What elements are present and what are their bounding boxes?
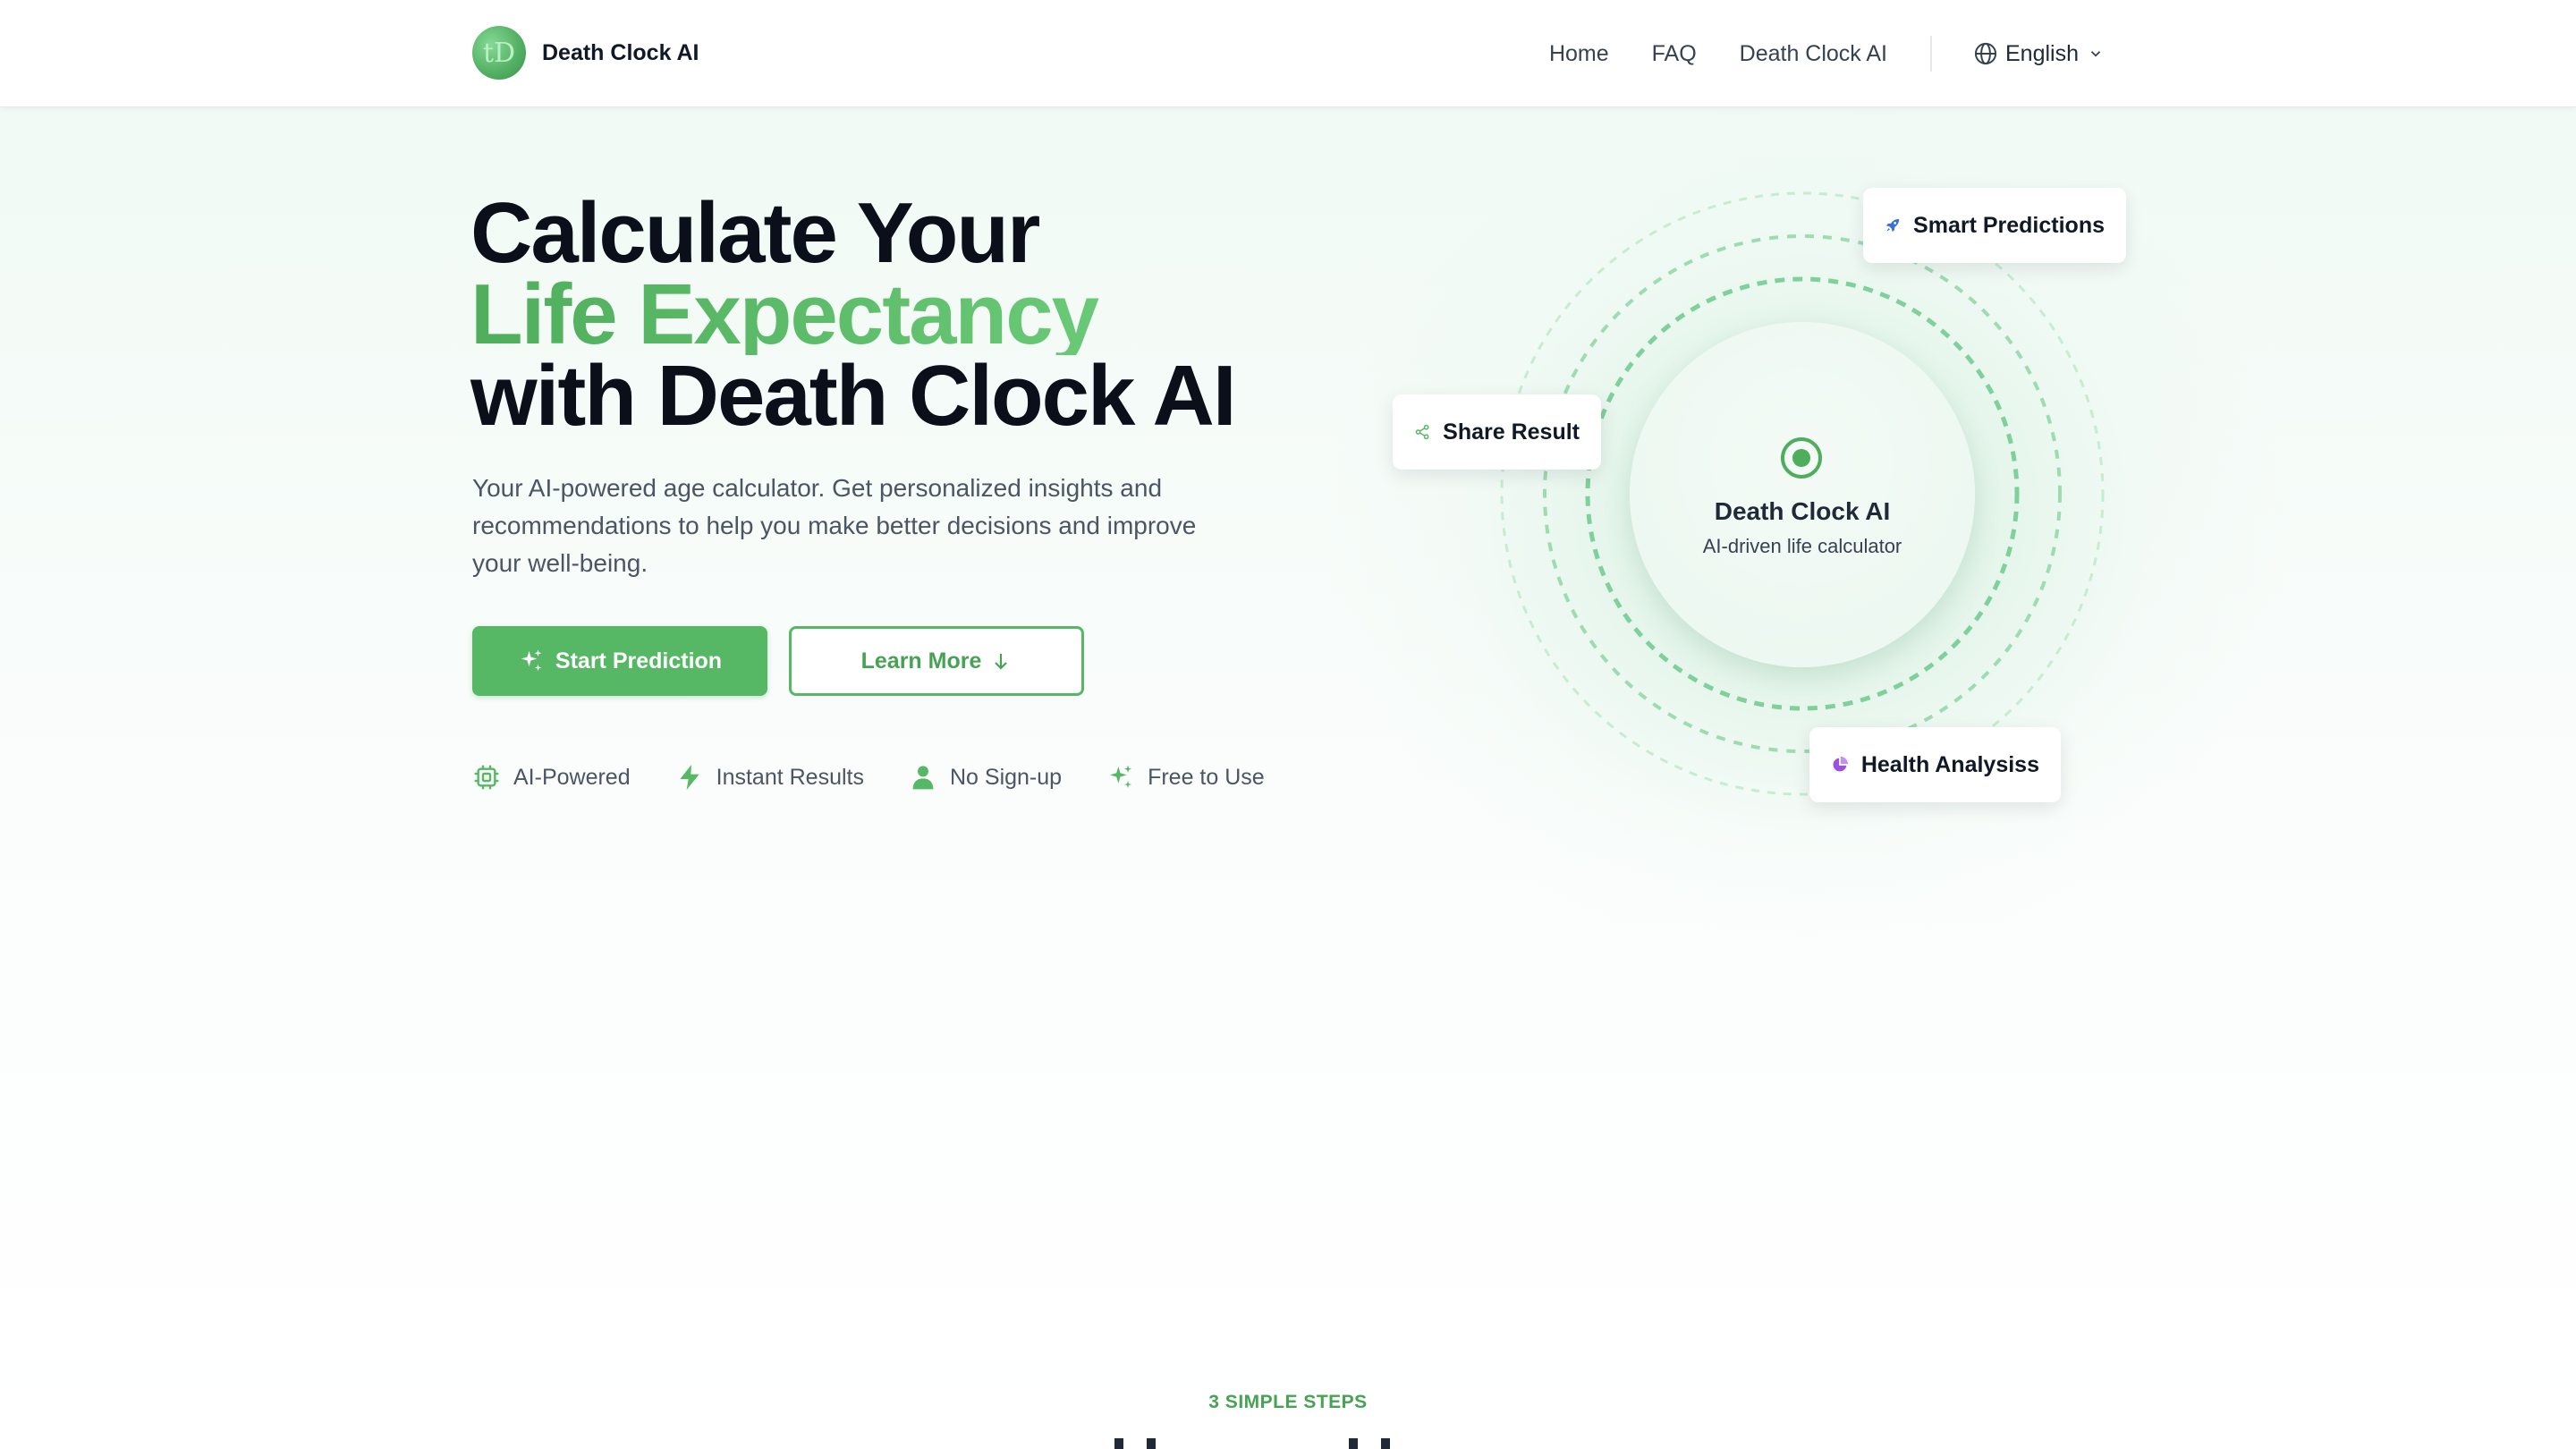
feature-instant-results: Instant Results xyxy=(675,763,864,792)
share-icon xyxy=(1415,424,1429,440)
rocket-icon xyxy=(1885,218,1900,233)
arrow-down-icon xyxy=(995,654,1008,670)
hero-subtitle: Your AI-powered age calculator. Get pers… xyxy=(472,474,1197,577)
feature-label: Free to Use xyxy=(1148,764,1265,790)
sparkles-icon xyxy=(521,649,542,672)
feature-label: No Sign-up xyxy=(949,764,1063,790)
learn-more-label: Learn More xyxy=(860,648,982,674)
start-prediction-label: Start Prediction xyxy=(555,648,723,674)
smart-predictions-card[interactable]: Smart Predictions xyxy=(1863,188,2126,263)
hero-title-line-3: with Death Clock AI xyxy=(470,348,1237,444)
sparkles-icon xyxy=(1110,765,1132,788)
logo-glyph: tD xyxy=(482,37,516,69)
hero-title-accent: Life Expectancy xyxy=(470,272,1235,358)
feature-no-sign-up: No Sign-up xyxy=(909,763,1062,792)
page: tD Death Clock AI Home FAQ Death Clock A… xyxy=(0,0,2576,1449)
steps-heading-peek xyxy=(1109,1438,1467,1449)
share-result-card[interactable]: Share Result xyxy=(1393,394,1601,470)
smart-predictions-label: Smart Predictions xyxy=(1913,212,2105,238)
logo-icon: tD xyxy=(472,26,526,80)
feature-list: AI-Powered Instant Results No Sign-up Fr… xyxy=(472,760,1309,794)
feature-ai-powered: AI-Powered xyxy=(472,763,631,792)
center-disc xyxy=(1630,322,1975,667)
center-subtitle: AI-driven life calculator xyxy=(1702,535,1902,557)
start-prediction-button[interactable]: Start Prediction xyxy=(472,626,767,696)
brand-name: Death Clock AI xyxy=(542,39,699,65)
lightning-icon xyxy=(679,765,699,790)
feature-label: Instant Results xyxy=(716,764,864,790)
feature-label: AI-Powered xyxy=(513,764,631,790)
nav-link-faq[interactable]: FAQ xyxy=(1652,41,1697,67)
share-result-label: Share Result xyxy=(1443,419,1580,445)
nav-divider xyxy=(1930,36,1932,72)
target-icon xyxy=(1781,437,1822,479)
language-label: English xyxy=(2005,40,2079,66)
chevron-down-icon xyxy=(2090,51,2101,57)
health-analysis-card[interactable]: Health Analysiss xyxy=(1809,727,2061,802)
brand[interactable]: tD Death Clock AI xyxy=(472,26,699,80)
language-selector[interactable]: English xyxy=(1973,41,2104,67)
steps-eyebrow: 3 SIMPLE STEPS xyxy=(1208,1392,1368,1412)
learn-more-button[interactable]: Learn More xyxy=(789,626,1084,696)
nav-link-home[interactable]: Home xyxy=(1549,41,1609,67)
user-icon xyxy=(912,766,934,790)
health-analysis-label: Health Analysiss xyxy=(1860,751,2039,777)
pie-chart-icon xyxy=(1833,756,1849,772)
feature-free-to-use: Free to Use xyxy=(1106,763,1265,792)
nav-link-death-clock-ai[interactable]: Death Clock AI xyxy=(1740,41,1887,67)
chip-icon xyxy=(474,765,499,790)
center-title: Death Clock AI xyxy=(1714,497,1891,525)
globe-icon xyxy=(1974,42,1997,65)
hero-title-line-1: Calculate Your xyxy=(470,185,1040,281)
hero-title: Calculate Your Life Expectancy with Deat… xyxy=(470,185,1237,444)
